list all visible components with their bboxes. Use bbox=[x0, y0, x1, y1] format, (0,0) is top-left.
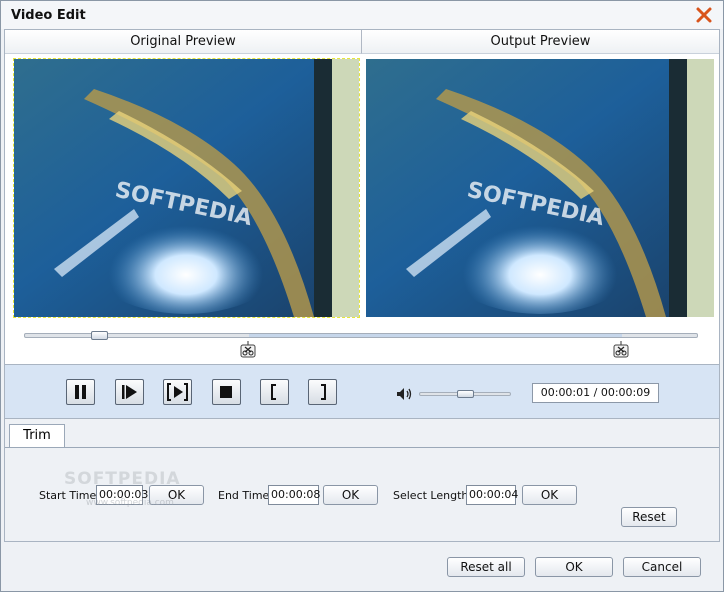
set-start-button[interactable] bbox=[260, 379, 289, 405]
step-forward-button[interactable] bbox=[115, 379, 144, 405]
scissors-icon bbox=[240, 341, 256, 358]
pause-button[interactable] bbox=[66, 379, 95, 405]
seek-bar[interactable] bbox=[24, 331, 698, 340]
playback-controls: 00:00:01 / 00:00:09 bbox=[4, 365, 720, 418]
set-end-button[interactable] bbox=[308, 379, 337, 405]
output-preview-header: Output Preview bbox=[362, 30, 719, 54]
trim-start-marker[interactable] bbox=[240, 341, 256, 358]
tab-trim[interactable]: Trim bbox=[9, 424, 65, 448]
step-forward-icon bbox=[122, 385, 137, 399]
select-length-ok-button[interactable]: OK bbox=[522, 485, 577, 505]
original-video-frame[interactable]: SOFTPEDIA bbox=[13, 58, 360, 318]
preview-panel: Original Preview Output Preview SOFTPEDI… bbox=[4, 29, 720, 365]
close-button[interactable] bbox=[695, 6, 713, 24]
end-time-field[interactable]: 00:00:08 bbox=[268, 485, 320, 505]
stop-icon bbox=[220, 386, 232, 398]
select-length-field[interactable]: 00:00:04 bbox=[466, 485, 518, 505]
bracket-close-icon bbox=[321, 384, 326, 400]
pause-icon bbox=[75, 385, 86, 399]
volume-slider[interactable] bbox=[419, 390, 511, 398]
title-bar: Video Edit bbox=[1, 1, 723, 29]
original-video-image: SOFTPEDIA bbox=[14, 59, 359, 317]
scissors-icon bbox=[613, 341, 629, 358]
trim-tab-content: Start Time 00:00:03 OK End Time 00:00:08… bbox=[5, 447, 719, 541]
trim-end-marker[interactable] bbox=[613, 341, 629, 358]
play-selection-button[interactable] bbox=[163, 379, 192, 405]
output-video-frame: SOFTPEDIA bbox=[366, 59, 714, 317]
video-edit-window: Video Edit Original Preview Output Previ… bbox=[0, 0, 724, 592]
window-title: Video Edit bbox=[11, 8, 86, 23]
stop-button[interactable] bbox=[212, 379, 241, 405]
time-display: 00:00:01 / 00:00:09 bbox=[532, 383, 659, 403]
cancel-button[interactable]: Cancel bbox=[623, 557, 701, 577]
reset-all-button[interactable]: Reset all bbox=[447, 557, 525, 577]
softpedia-watermark-url: www.softpedia.com bbox=[86, 498, 174, 508]
volume-icon[interactable] bbox=[396, 387, 414, 401]
output-video-image: SOFTPEDIA bbox=[366, 59, 714, 317]
original-preview-header: Original Preview bbox=[5, 30, 362, 54]
bracket-open-icon bbox=[271, 384, 276, 400]
select-length-label: Select Length bbox=[393, 489, 469, 502]
ok-button[interactable]: OK bbox=[535, 557, 613, 577]
reset-button[interactable]: Reset bbox=[621, 507, 677, 527]
trim-selection-range bbox=[248, 334, 623, 337]
volume-thumb[interactable] bbox=[456, 390, 474, 398]
end-time-ok-button[interactable]: OK bbox=[323, 485, 378, 505]
play-selection-icon bbox=[167, 383, 188, 401]
softpedia-watermark: SOFTPEDIA bbox=[64, 469, 181, 489]
close-icon bbox=[696, 7, 712, 23]
seek-thumb[interactable] bbox=[90, 331, 108, 340]
end-time-label: End Time bbox=[218, 489, 270, 502]
